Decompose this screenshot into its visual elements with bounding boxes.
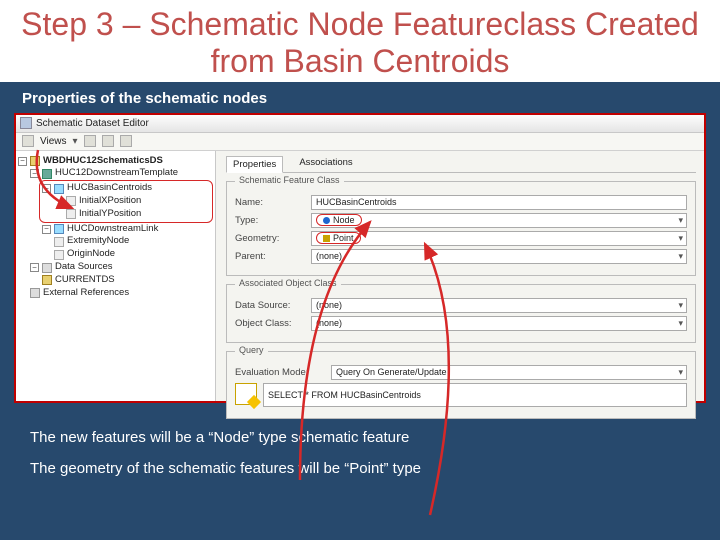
app-icon [20, 117, 32, 129]
type-value: Node [333, 215, 355, 225]
folder-icon [30, 288, 40, 298]
field-icon [54, 250, 64, 260]
geometry-value: Point [333, 233, 354, 243]
caption-2: The geometry of the schematic features w… [0, 456, 720, 479]
parent-dropdown[interactable]: (none) [311, 249, 687, 264]
group-title: Schematic Feature Class [235, 175, 344, 185]
datasource-dropdown[interactable]: (none) [311, 298, 687, 313]
properties-pane: Properties Associations Schematic Featur… [216, 151, 704, 401]
tree-currentds[interactable]: CURRENTDS [55, 274, 115, 287]
label-evalmode: Evaluation Mode: [235, 367, 325, 378]
toolbar-icon[interactable] [22, 135, 34, 147]
views-menu[interactable]: Views [40, 136, 67, 147]
expand-icon[interactable]: − [18, 157, 27, 166]
type-dropdown[interactable]: Node [311, 213, 687, 228]
editor-titlebar: Schematic Dataset Editor [16, 115, 704, 133]
datasource-icon [42, 275, 52, 285]
tree-pane[interactable]: −WBDHUC12SchematicsDS −HUC12DownstreamTe… [16, 151, 216, 401]
field-icon [66, 196, 76, 206]
label-objectclass: Object Class: [235, 318, 305, 329]
label-datasource: Data Source: [235, 300, 305, 311]
expand-icon[interactable]: − [42, 184, 51, 193]
featureclass-icon [54, 184, 64, 194]
selected-highlight: − HUCBasinCentroids InitialXPosition Init… [39, 180, 213, 222]
tree-ext-refs[interactable]: External References [43, 287, 129, 300]
tab-associations[interactable]: Associations [293, 155, 358, 172]
sql-field[interactable]: SELECT * FROM HUCBasinCentroids [263, 383, 687, 407]
featureclass-icon [54, 224, 64, 234]
node-type-icon [323, 217, 330, 224]
toolbar-icon[interactable] [84, 135, 96, 147]
expand-icon[interactable]: − [30, 263, 39, 272]
group-associated-object-class: Associated Object Class Data Source: (no… [226, 284, 696, 343]
label-type: Type: [235, 215, 305, 226]
group-title: Associated Object Class [235, 278, 341, 288]
tab-properties[interactable]: Properties [226, 156, 283, 173]
tree-root[interactable]: WBDHUC12SchematicsDS [43, 155, 163, 168]
tree-fld-extremity[interactable]: ExtremityNode [67, 235, 129, 248]
objectclass-dropdown[interactable]: (none) [311, 316, 687, 331]
tree-field-x[interactable]: InitialXPosition [79, 195, 141, 208]
editor-toolbar: Views ▾ [16, 133, 704, 151]
label-geometry: Geometry: [235, 233, 305, 244]
toolbar-icon[interactable] [102, 135, 114, 147]
evalmode-dropdown[interactable]: Query On Generate/Update [331, 365, 687, 380]
expand-icon[interactable]: − [30, 169, 39, 178]
point-geometry-icon [323, 235, 330, 242]
caption-1: The new features will be a “Node” type s… [0, 425, 720, 448]
dataset-icon [30, 156, 40, 166]
name-field[interactable]: HUCBasinCentroids [311, 195, 687, 210]
slide-subtitle: Properties of the schematic nodes [0, 82, 720, 113]
group-schematic-feature-class: Schematic Feature Class Name: HUCBasinCe… [226, 181, 696, 276]
tree-template[interactable]: HUC12DownstreamTemplate [55, 167, 178, 180]
expand-icon[interactable]: − [42, 225, 51, 234]
type-highlight: Node [316, 214, 362, 226]
window-title: Schematic Dataset Editor [36, 118, 149, 129]
label-name: Name: [235, 197, 305, 208]
tree-fld-origin[interactable]: OriginNode [67, 248, 115, 261]
slide-title: Step 3 – Schematic Node Featureclass Cre… [0, 0, 720, 82]
editor-window: Schematic Dataset Editor Views ▾ −WBDHUC… [14, 113, 706, 403]
query-builder-icon[interactable] [235, 383, 257, 405]
field-icon [66, 209, 76, 219]
geometry-dropdown[interactable]: Point [311, 231, 687, 246]
tree-fc-link[interactable]: HUCDownstreamLink [67, 223, 158, 236]
group-query: Query Evaluation Mode: Query On Generate… [226, 351, 696, 419]
tree-field-y[interactable]: InitialYPosition [79, 208, 141, 221]
toolbar-icon[interactable] [120, 135, 132, 147]
tree-fc-selected[interactable]: HUCBasinCentroids [67, 182, 152, 195]
group-title: Query [235, 345, 268, 355]
field-icon [54, 237, 64, 247]
template-icon [42, 169, 52, 179]
label-parent: Parent: [235, 251, 305, 262]
geometry-highlight: Point [316, 232, 361, 244]
folder-icon [42, 263, 52, 273]
tree-data-sources[interactable]: Data Sources [55, 261, 113, 274]
